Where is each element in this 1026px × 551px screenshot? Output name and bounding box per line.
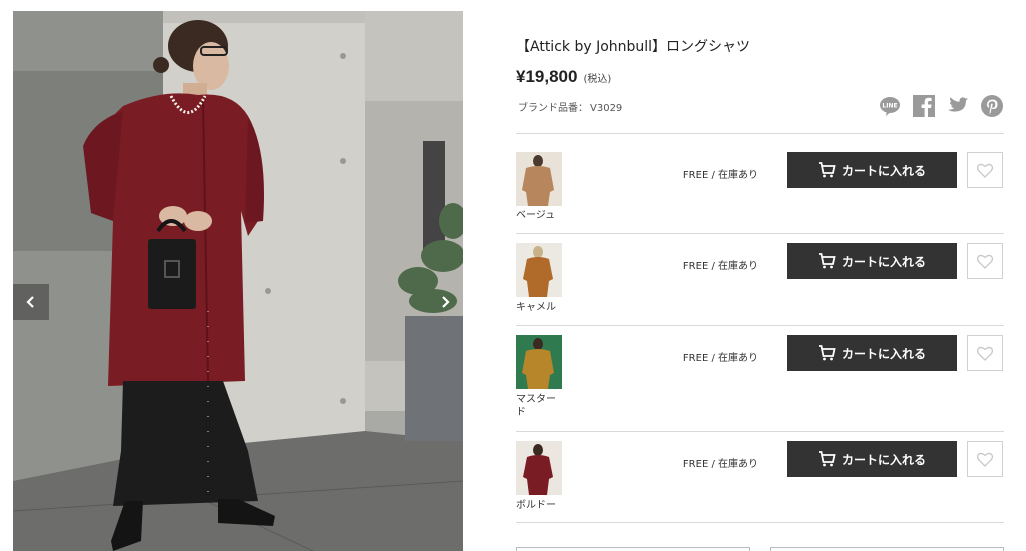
divider <box>516 133 1004 134</box>
chevron-right-icon <box>442 296 450 308</box>
add-to-cart-button[interactable]: カートに入れる <box>787 441 957 477</box>
variant-image <box>516 441 562 495</box>
product-price: ¥19,800 <box>516 67 578 86</box>
variant-stock-status: FREE / 在庫あり <box>682 261 758 272</box>
variant-stock-status: FREE / 在庫あり <box>682 353 758 364</box>
variant-color-name: マスタード <box>516 394 556 418</box>
product-info-panel: 【Attick by Johnbull】ロングシャツ ¥19,800 (税込) … <box>516 0 1004 551</box>
variant-image <box>516 243 562 297</box>
cart-icon <box>818 162 836 178</box>
cart-icon <box>818 451 836 467</box>
add-to-cart-button[interactable]: カートに入れる <box>787 243 957 279</box>
variant-row: ボルドー FREE / 在庫あり カートに入れる <box>516 441 1004 523</box>
tax-note: (税込) <box>583 74 612 85</box>
twitter-icon <box>947 97 969 112</box>
variant-color-name: ボルドー <box>516 500 556 511</box>
add-to-cart-label: カートに入れる <box>841 163 926 178</box>
chevron-left-icon <box>26 296 34 308</box>
add-to-cart-label: カートに入れる <box>841 346 926 361</box>
variant-color-name: キャメル <box>516 302 556 313</box>
bottom-button-right[interactable] <box>770 547 1004 551</box>
heart-icon <box>977 163 993 178</box>
variant-thumbnail[interactable] <box>516 152 562 206</box>
variant-image <box>516 152 562 206</box>
variant-thumbnail[interactable] <box>516 243 562 297</box>
heart-icon <box>977 452 993 467</box>
cart-icon <box>818 345 836 361</box>
variant-image <box>516 335 562 389</box>
line-icon: LINE <box>880 97 900 116</box>
share-line-button[interactable]: LINE <box>878 94 902 118</box>
divider <box>516 233 1004 234</box>
variant-stock-status: FREE / 在庫あり <box>682 170 758 181</box>
add-to-cart-button[interactable]: カートに入れる <box>787 335 957 371</box>
brand-code-label: ブランド品番： <box>518 103 588 114</box>
svg-text:LINE: LINE <box>882 103 897 110</box>
add-to-cart-button[interactable]: カートに入れる <box>787 152 957 188</box>
next-image-button[interactable] <box>427 284 463 320</box>
price-row: ¥19,800 (税込) <box>516 67 611 87</box>
add-to-cart-label: カートに入れる <box>841 254 926 269</box>
variant-thumbnail[interactable] <box>516 335 562 389</box>
cart-icon <box>818 253 836 269</box>
product-title: 【Attick by Johnbull】ロングシャツ <box>516 39 751 55</box>
share-pinterest-button[interactable] <box>980 94 1004 118</box>
product-photo <box>13 11 463 551</box>
pinterest-icon <box>981 95 1003 117</box>
favorite-button[interactable] <box>967 441 1003 477</box>
variant-color-name: ベージュ <box>516 210 556 221</box>
variant-row: ベージュ FREE / 在庫あり カートに入れる <box>516 152 1004 234</box>
bottom-button-left[interactable] <box>516 547 750 551</box>
facebook-icon <box>913 95 935 117</box>
previous-image-button[interactable] <box>13 284 49 320</box>
divider <box>516 431 1004 432</box>
favorite-button[interactable] <box>967 243 1003 279</box>
product-image-gallery[interactable] <box>13 11 463 551</box>
variant-stock-status: FREE / 在庫あり <box>682 459 758 470</box>
favorite-button[interactable] <box>967 335 1003 371</box>
variant-row: キャメル FREE / 在庫あり カートに入れる <box>516 243 1004 325</box>
heart-icon <box>977 254 993 269</box>
share-links: LINE <box>878 94 1004 118</box>
share-facebook-button[interactable] <box>912 94 936 118</box>
brand-code-value: V3029 <box>590 103 623 114</box>
add-to-cart-label: カートに入れる <box>841 452 926 467</box>
heart-icon <box>977 346 993 361</box>
share-twitter-button[interactable] <box>946 94 970 118</box>
variant-thumbnail[interactable] <box>516 441 562 495</box>
divider <box>516 325 1004 326</box>
variant-row: マスタード FREE / 在庫あり カートに入れる <box>516 335 1004 427</box>
divider <box>516 522 1004 523</box>
brand-code: ブランド品番： V3029 <box>516 99 622 114</box>
favorite-button[interactable] <box>967 152 1003 188</box>
